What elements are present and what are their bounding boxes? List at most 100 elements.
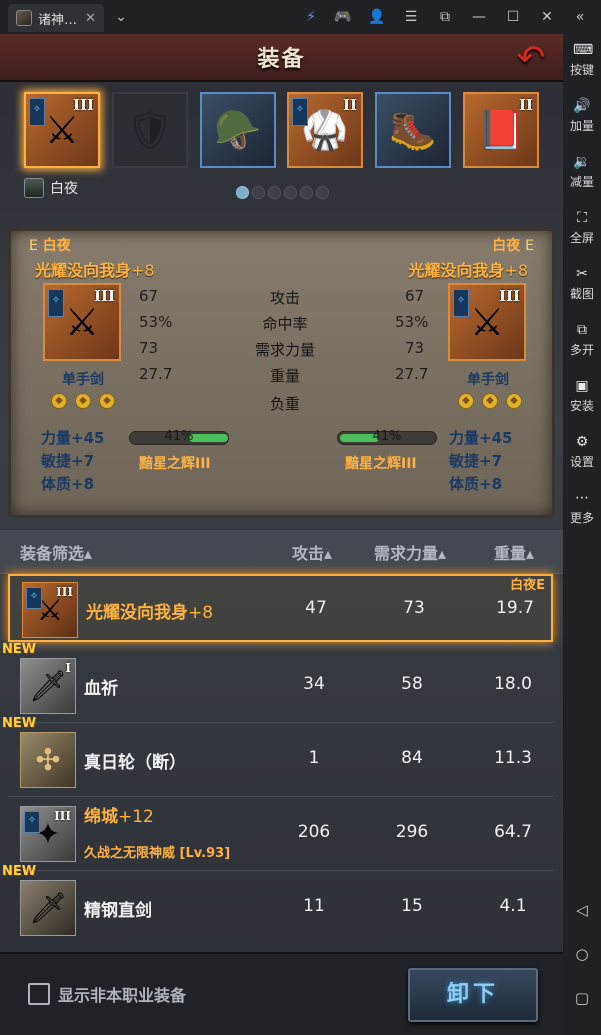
sidebar-item-screenshot[interactable]: ✂ 截图 <box>563 266 601 302</box>
class-flag-icon: ✧ <box>48 289 64 317</box>
left-weapon-type: 单手剑 <box>62 372 104 388</box>
menu-icon[interactable]: ☰ <box>402 8 420 26</box>
sort-filter-button[interactable]: 装备筛选▴ <box>20 540 92 564</box>
right-stat-weight: 27.7 <box>395 365 429 383</box>
nav-recents-icon[interactable]: ▢ <box>574 990 590 1006</box>
account-icon[interactable]: 👤 <box>368 8 386 26</box>
left-item-icon: ⚔ ✧ III <box>43 283 121 361</box>
sidebar-item-keymap[interactable]: ⌨ 按键 <box>563 42 601 78</box>
new-badge: NEW <box>2 864 37 879</box>
keyboard-icon: ⌨ <box>573 42 594 58</box>
item-icon: 🗡 I <box>20 658 76 714</box>
item-strength: 296 <box>395 822 429 842</box>
list-item[interactable]: 🗡 NEW 精钢直剑 11 15 4.1 <box>2 864 553 942</box>
checkbox-box[interactable] <box>28 983 50 1005</box>
nav-home-icon[interactable]: ○ <box>574 946 590 962</box>
gamepad-icon[interactable]: 🎮 <box>334 8 352 26</box>
left-owner: E 白夜 <box>29 238 71 254</box>
compare-panel: E 白夜 光耀没向我身+8 ⚔ ✧ III 单手剑 ◆ ◆ ◆ 67 53% 73 … <box>8 228 555 518</box>
item-weight: 18.0 <box>494 674 532 694</box>
sidebar-item-label: 更多 <box>569 511 594 525</box>
sort-strength-button[interactable]: 需求力量▴ <box>374 540 446 564</box>
sidebar-item-more[interactable]: ⋯ 更多 <box>563 490 601 526</box>
item-icon: ⚔ ✧ III <box>22 582 78 638</box>
hood-icon: 🪖 <box>214 107 262 152</box>
list-item[interactable]: ✦ ✧ III 绵城+12 久战之无限神威 [Lv.93] 206 296 64… <box>8 800 553 868</box>
app-tab[interactable]: 诸神… ✕ <box>8 4 104 32</box>
page-indicator <box>236 186 329 199</box>
item-name: 真日轮（断） <box>84 753 186 773</box>
equip-slot-shield[interactable]: 🛡 <box>112 92 188 168</box>
sidebar-item-label: 设置 <box>569 455 594 469</box>
label-strength: 需求力量 <box>254 341 315 359</box>
sidebar-item-label: 多开 <box>569 343 594 357</box>
item-name: 绵城+12 <box>84 807 154 827</box>
equip-slot-boots[interactable]: 🥾 <box>375 92 451 168</box>
equip-slot-helmet[interactable]: 🪖 <box>200 92 276 168</box>
left-bonus-agi: 敏捷+7 <box>41 452 95 470</box>
list-item[interactable]: 🗡 I NEW 血祈 34 58 18.0 <box>2 642 553 720</box>
equip-slot-armor[interactable]: 🥋 ✧ II <box>287 92 363 168</box>
equipment-header: 装备 ↶ <box>0 34 563 82</box>
page-dot[interactable] <box>268 186 281 199</box>
sort-weight-button[interactable]: 重量▴ <box>494 540 534 564</box>
page-dot[interactable] <box>316 186 329 199</box>
page-dot[interactable] <box>300 186 313 199</box>
right-bonus-str: 力量+45 <box>449 429 513 447</box>
avatar <box>24 178 44 198</box>
sidebar-item-volume-down[interactable]: 🔉 减量 <box>563 154 601 190</box>
socket-gem-icon: ◆ <box>458 393 474 409</box>
minimize-icon[interactable]: — <box>470 8 488 26</box>
label-load: 负重 <box>269 395 300 413</box>
character-owner[interactable]: 白夜 <box>24 178 78 198</box>
item-strength: 15 <box>401 896 423 916</box>
right-item-name: 光耀没向我身+8 <box>408 261 528 280</box>
accelerator-icon[interactable]: ⚡ <box>302 8 320 26</box>
checkbox-label: 显示非本职业装备 <box>58 986 187 1005</box>
list-item[interactable]: ⚔ ✧ III 白夜E 光耀没向我身+8 47 73 19.7 <box>8 574 553 642</box>
new-badge: NEW <box>2 642 37 657</box>
load-label: 41% <box>372 429 402 444</box>
tab-dropdown-icon[interactable]: ⌄ <box>112 8 130 26</box>
sidebar-item-fullscreen[interactable]: ⛶ 全屏 <box>563 210 601 246</box>
item-attack: 47 <box>305 598 327 618</box>
unequip-button[interactable]: 卸下 <box>408 968 538 1022</box>
equip-slot-book[interactable]: 📕 II <box>463 92 539 168</box>
item-weight: 19.7 <box>496 598 534 618</box>
window-titlebar: 诸神… ✕ ⌄ ⚡ 🎮 👤 ☰ ⧉ — ☐ ✕ « <box>0 0 601 34</box>
right-sockets: ◆ ◆ ◆ <box>458 393 522 409</box>
scissors-icon: ✂ <box>576 266 588 282</box>
left-stat-weight: 27.7 <box>139 365 173 383</box>
sidebar-item-multi[interactable]: ⧉ 多开 <box>563 322 601 358</box>
footer-bar: 显示非本职业装备 卸下 <box>0 952 563 1035</box>
pin-window-icon[interactable]: ⧉ <box>436 8 454 26</box>
sidebar-item-label: 减量 <box>569 175 594 189</box>
close-window-icon[interactable]: ✕ <box>538 8 556 26</box>
divider <box>8 646 553 647</box>
back-arrow-icon[interactable]: ↶ <box>507 40 555 76</box>
game-screen: 装备 ↶ ⚔ ✧ III 🛡 🪖 🥋 ✧ II 🥾 📕 II 白夜 E 白夜 光… <box>0 34 563 1035</box>
show-other-class-checkbox[interactable]: 显示非本职业装备 <box>28 982 186 1006</box>
right-set-name: 黯星之辉III <box>345 456 417 472</box>
character-name: 白夜 <box>50 181 78 197</box>
page-dot[interactable] <box>284 186 297 199</box>
tier-label: III <box>72 96 94 114</box>
left-bonus-vit: 体质+8 <box>41 475 95 493</box>
item-strength: 84 <box>401 748 423 768</box>
maximize-icon[interactable]: ☐ <box>504 8 522 26</box>
sidebar-item-volume-up[interactable]: 🔊 加量 <box>563 98 601 134</box>
apk-install-icon: ▣ <box>575 378 589 394</box>
nav-back-icon[interactable]: ◁ <box>574 902 590 918</box>
page-dot[interactable] <box>236 186 249 199</box>
sidebar-item-install[interactable]: ▣ 安装 <box>563 378 601 414</box>
socket-gem-icon: ◆ <box>51 393 67 409</box>
sidebar-item-settings[interactable]: ⚙ 设置 <box>563 434 601 470</box>
right-stat-strength: 73 <box>405 339 425 357</box>
collapse-sidebar-icon[interactable]: « <box>571 8 589 26</box>
tab-close-icon[interactable]: ✕ <box>85 11 96 26</box>
equip-slot-weapon[interactable]: ⚔ ✧ III <box>24 92 100 168</box>
list-item[interactable]: ✣ NEW 真日轮（断） 1 84 11.3 <box>2 716 553 794</box>
sort-attack-button[interactable]: 攻击▴ <box>292 540 332 564</box>
page-dot[interactable] <box>252 186 265 199</box>
sidebar-item-label: 全屏 <box>569 231 594 245</box>
